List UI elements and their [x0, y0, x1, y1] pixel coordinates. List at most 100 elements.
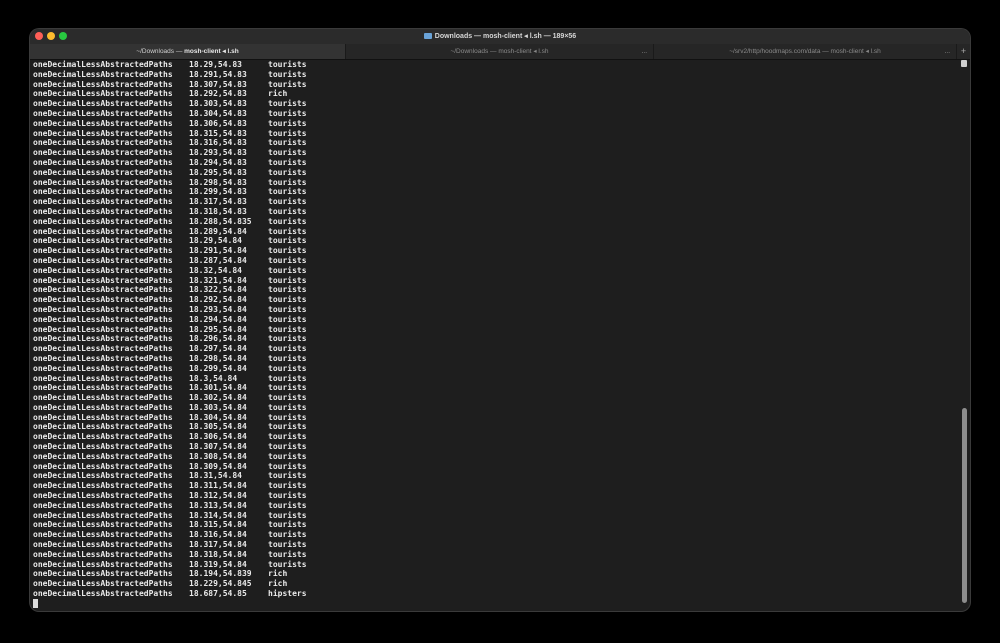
line-coordinates: 18.301,54.84	[189, 383, 247, 393]
scrollbar-thumb[interactable]	[962, 408, 967, 603]
line-source: oneDecimalLessAbstractedPaths	[33, 383, 173, 393]
line-coordinates: 18.312,54.84	[189, 491, 247, 501]
line-source: oneDecimalLessAbstractedPaths	[33, 314, 173, 324]
terminal-line: oneDecimalLessAbstractedPaths 18.316,54.8…	[33, 530, 958, 540]
line-coordinates: 18.321,54.84	[189, 275, 247, 285]
terminal-line: oneDecimalLessAbstractedPaths 18.306,54.8…	[33, 432, 958, 442]
scrollbar-top-cap	[961, 60, 967, 67]
terminal-line: oneDecimalLessAbstractedPaths 18.291,54.8…	[33, 70, 958, 80]
line-category: tourists	[268, 344, 307, 354]
tab-downloads-active[interactable]: ~/Downloads — mosh-client ◂ l.sh	[30, 44, 346, 59]
terminal-line: oneDecimalLessAbstractedPaths 18.194,54.8…	[33, 569, 958, 579]
terminal-line: oneDecimalLessAbstractedPaths 18.308,54.8…	[33, 452, 958, 462]
terminal-line: oneDecimalLessAbstractedPaths 18.311,54.8…	[33, 481, 958, 491]
terminal-line: oneDecimalLessAbstractedPaths 18.294,54.8…	[33, 315, 958, 325]
line-source: oneDecimalLessAbstractedPaths	[33, 589, 173, 599]
line-coordinates: 18.319,54.84	[189, 559, 247, 569]
line-source: oneDecimalLessAbstractedPaths	[33, 373, 173, 383]
terminal-line: oneDecimalLessAbstractedPaths 18.312,54.8…	[33, 491, 958, 501]
line-source: oneDecimalLessAbstractedPaths	[33, 324, 173, 334]
terminal-output[interactable]: oneDecimalLessAbstractedPaths 18.29,54.83…	[33, 60, 958, 608]
terminal-line: oneDecimalLessAbstractedPaths 18.292,54.8…	[33, 295, 958, 305]
terminal-line: oneDecimalLessAbstractedPaths 18.3,54.84 t…	[33, 374, 958, 384]
line-source: oneDecimalLessAbstractedPaths	[33, 236, 173, 246]
line-category: tourists	[268, 442, 307, 452]
terminal-line: oneDecimalLessAbstractedPaths 18.318,54.8…	[33, 207, 958, 217]
line-category: rich	[268, 569, 288, 579]
terminal-line: oneDecimalLessAbstractedPaths 18.303,54.8…	[33, 403, 958, 413]
line-category: tourists	[268, 167, 307, 177]
line-source: oneDecimalLessAbstractedPaths	[33, 520, 173, 530]
tab-more-indicator: ...	[944, 48, 950, 55]
terminal-line: oneDecimalLessAbstractedPaths 18.296,54.8…	[33, 334, 958, 344]
line-source: oneDecimalLessAbstractedPaths	[33, 79, 173, 89]
terminal-line: oneDecimalLessAbstractedPaths 18.293,54.8…	[33, 305, 958, 315]
line-source: oneDecimalLessAbstractedPaths	[33, 265, 173, 275]
line-coordinates: 18.194,54.839	[189, 569, 252, 579]
line-source: oneDecimalLessAbstractedPaths	[33, 60, 173, 69]
line-source: oneDecimalLessAbstractedPaths	[33, 187, 173, 197]
line-source: oneDecimalLessAbstractedPaths	[33, 451, 173, 461]
line-category: tourists	[268, 471, 307, 481]
line-coordinates: 18.31,54.84	[189, 471, 242, 481]
line-coordinates: 18.307,54.84	[189, 442, 247, 452]
line-category: tourists	[268, 402, 307, 412]
terminal-line: oneDecimalLessAbstractedPaths 18.302,54.8…	[33, 393, 958, 403]
line-category: tourists	[268, 412, 307, 422]
terminal-line: oneDecimalLessAbstractedPaths 18.292,54.8…	[33, 89, 958, 99]
window-title-wrap: Downloads — mosh-client ◂ l.sh — 189×56	[30, 29, 970, 44]
terminal-line: oneDecimalLessAbstractedPaths 18.307,54.8…	[33, 80, 958, 90]
terminal-line: oneDecimalLessAbstractedPaths 18.315,54.8…	[33, 520, 958, 530]
line-category: tourists	[268, 363, 307, 373]
tab-label-bold: mosh-client ◂ l.sh	[184, 48, 239, 55]
line-category: tourists	[268, 216, 307, 226]
scrollbar[interactable]	[960, 60, 969, 611]
line-coordinates: 18.298,54.84	[189, 353, 247, 363]
line-coordinates: 18.306,54.83	[189, 118, 247, 128]
line-source: oneDecimalLessAbstractedPaths	[33, 481, 173, 491]
line-source: oneDecimalLessAbstractedPaths	[33, 412, 173, 422]
line-source: oneDecimalLessAbstractedPaths	[33, 206, 173, 216]
terminal-line: oneDecimalLessAbstractedPaths 18.301,54.8…	[33, 383, 958, 393]
line-source: oneDecimalLessAbstractedPaths	[33, 108, 173, 118]
line-coordinates: 18.304,54.84	[189, 412, 247, 422]
line-coordinates: 18.302,54.84	[189, 393, 247, 403]
line-source: oneDecimalLessAbstractedPaths	[33, 285, 173, 295]
terminal-line: oneDecimalLessAbstractedPaths 18.313,54.8…	[33, 501, 958, 511]
line-category: rich	[268, 579, 288, 589]
new-tab-button[interactable]: +	[957, 44, 970, 59]
line-category: tourists	[268, 540, 307, 550]
line-coordinates: 18.292,54.83	[189, 89, 247, 99]
line-source: oneDecimalLessAbstractedPaths	[33, 500, 173, 510]
line-category: tourists	[268, 314, 307, 324]
terminal-line: oneDecimalLessAbstractedPaths 18.304,54.8…	[33, 413, 958, 423]
line-source: oneDecimalLessAbstractedPaths	[33, 157, 173, 167]
prompt-line[interactable]	[33, 598, 958, 609]
terminal-line: oneDecimalLessAbstractedPaths 18.318,54.8…	[33, 550, 958, 560]
line-coordinates: 18.313,54.84	[189, 500, 247, 510]
line-coordinates: 18.322,54.84	[189, 285, 247, 295]
terminal-line: oneDecimalLessAbstractedPaths 18.321,54.8…	[33, 276, 958, 286]
line-source: oneDecimalLessAbstractedPaths	[33, 216, 173, 226]
line-coordinates: 18.317,54.83	[189, 197, 247, 207]
line-category: tourists	[268, 559, 307, 569]
line-coordinates: 18.309,54.84	[189, 461, 247, 471]
line-coordinates: 18.29,54.83	[189, 60, 242, 69]
line-coordinates: 18.292,54.84	[189, 295, 247, 305]
line-category: tourists	[268, 491, 307, 501]
line-coordinates: 18.293,54.84	[189, 304, 247, 314]
line-coordinates: 18.318,54.84	[189, 549, 247, 559]
line-source: oneDecimalLessAbstractedPaths	[33, 569, 173, 579]
line-coordinates: 18.294,54.83	[189, 157, 247, 167]
terminal-line: oneDecimalLessAbstractedPaths 18.289,54.8…	[33, 227, 958, 237]
line-category: tourists	[268, 187, 307, 197]
tab-hoodmaps-data[interactable]: ~/srv2/http/hoodmaps.com/data — mosh-cli…	[654, 44, 957, 59]
tab-label: ~/srv2/http/hoodmaps.com/data — mosh-cli…	[729, 48, 881, 55]
terminal-line: oneDecimalLessAbstractedPaths 18.314,54.8…	[33, 511, 958, 521]
line-category: tourists	[268, 383, 307, 393]
terminal-line: oneDecimalLessAbstractedPaths 18.293,54.8…	[33, 148, 958, 158]
title-bar[interactable]: Downloads — mosh-client ◂ l.sh — 189×56	[30, 29, 970, 44]
line-coordinates: 18.291,54.83	[189, 69, 247, 79]
tab-downloads[interactable]: ~/Downloads — mosh-client ◂ l.sh ...	[346, 44, 654, 59]
line-source: oneDecimalLessAbstractedPaths	[33, 177, 173, 187]
